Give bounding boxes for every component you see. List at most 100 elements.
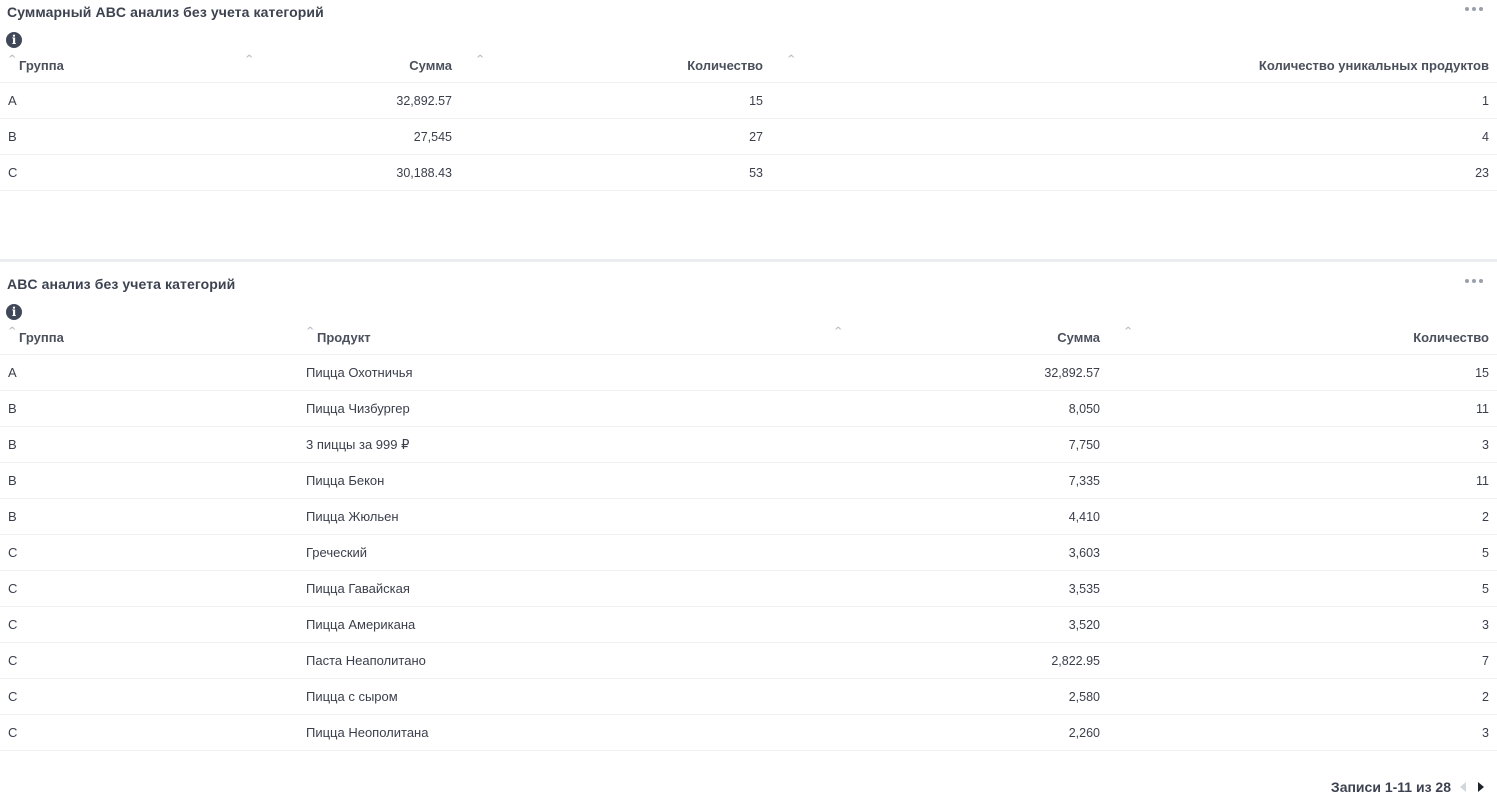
cell-unique: 4 xyxy=(1482,129,1489,144)
cell-count: 2 xyxy=(1482,509,1489,524)
cell-group: C xyxy=(8,617,18,632)
cell-group: C xyxy=(8,725,18,740)
cell-group: A xyxy=(8,365,17,380)
cell-product: Пицца Бекон xyxy=(306,473,385,488)
cell-product: Пицца Чизбургер xyxy=(306,401,410,416)
pagination: Записи 1-11 из 28 xyxy=(1331,779,1487,795)
summary-panel: Суммарный ABC анализ без учета категорий… xyxy=(0,0,1497,259)
cell-sum: 3,535 xyxy=(1068,581,1100,596)
detail-table-header: ^ Группа ^ Продукт ^ Сумма ^ Количество xyxy=(0,320,1497,355)
cell-group: C xyxy=(8,165,18,180)
cell-group: B xyxy=(8,129,17,144)
cell-count: 15 xyxy=(749,93,763,108)
cell-product: Пицца Охотничья xyxy=(306,365,413,380)
cell-group: C xyxy=(8,581,18,596)
cell-unique: 1 xyxy=(1482,93,1489,108)
cell-product: Греческий xyxy=(306,545,368,560)
sort-arrow-icon[interactable]: ^ xyxy=(8,326,16,337)
detail-panel: ABC анализ без учета категорий i ^ Групп… xyxy=(0,262,1497,798)
table-row[interactable]: C Пицца Американа 3,520 3 xyxy=(0,607,1497,643)
cell-sum: 2,260 xyxy=(1068,725,1100,740)
cell-group: C xyxy=(8,653,18,668)
cell-sum: 3,603 xyxy=(1068,545,1100,560)
cell-group: B xyxy=(8,401,17,416)
sort-arrow-icon[interactable]: ^ xyxy=(1124,326,1132,337)
table-row[interactable]: B Пицца Чизбургер 8,050 11 xyxy=(0,391,1497,427)
cell-sum: 7,750 xyxy=(1068,437,1100,452)
summary-table-body: A 32,892.57 15 1 B 27,545 27 4 C 30,188.43 53 23 xyxy=(0,83,1497,191)
cell-count: 3 xyxy=(1482,725,1489,740)
cell-count: 5 xyxy=(1482,545,1489,560)
sort-arrow-icon[interactable]: ^ xyxy=(787,54,795,65)
detail-info-icon[interactable]: i xyxy=(6,304,22,320)
cell-count: 11 xyxy=(1476,473,1489,488)
cell-count: 5 xyxy=(1482,581,1489,596)
cell-product: Пицца Американа xyxy=(306,617,416,632)
summary-table: ^ Группа ^ Сумма ^ Количество ^ Количест… xyxy=(0,48,1497,191)
sort-arrow-icon[interactable]: ^ xyxy=(245,54,253,65)
cell-sum: 3,520 xyxy=(1068,617,1100,632)
sort-arrow-icon[interactable]: ^ xyxy=(306,326,314,337)
sort-arrow-icon[interactable]: ^ xyxy=(834,326,842,337)
cell-product: Пицца Неополитана xyxy=(306,725,429,740)
cell-group: B xyxy=(8,473,17,488)
sort-arrow-icon[interactable]: ^ xyxy=(476,54,484,65)
detail-col-count[interactable]: Количество xyxy=(1413,320,1489,354)
table-row[interactable]: C Греческий 3,603 5 xyxy=(0,535,1497,571)
cell-sum: 32,892.57 xyxy=(1044,365,1100,380)
cell-count: 27 xyxy=(749,129,763,144)
table-row[interactable]: B Пицца Жюльен 4,410 2 xyxy=(0,499,1497,535)
table-row[interactable]: C Пицца Гавайская 3,535 5 xyxy=(0,571,1497,607)
summary-panel-title: Суммарный ABC анализ без учета категорий xyxy=(7,4,324,20)
cell-product: 3 пиццы за 999 ₽ xyxy=(306,436,410,452)
cell-group: B xyxy=(8,509,17,524)
table-row[interactable]: C Паста Неаполитано 2,822.95 7 xyxy=(0,643,1497,679)
sort-arrow-icon[interactable]: ^ xyxy=(8,54,16,65)
summary-more-icon[interactable] xyxy=(1465,4,1485,14)
cell-sum: 2,580 xyxy=(1068,689,1100,704)
summary-col-group[interactable]: Группа xyxy=(19,48,64,82)
table-row[interactable]: B 27,545 27 4 xyxy=(0,119,1497,155)
summary-col-count[interactable]: Количество xyxy=(687,48,763,82)
table-row[interactable]: C Пицца с сыром 2,580 2 xyxy=(0,679,1497,715)
summary-col-sum[interactable]: Сумма xyxy=(409,48,452,82)
table-row[interactable]: B 3 пиццы за 999 ₽ 7,750 3 xyxy=(0,427,1497,463)
cell-unique: 23 xyxy=(1475,165,1489,180)
cell-group: B xyxy=(8,437,17,452)
cell-sum: 30,188.43 xyxy=(396,165,452,180)
cell-product: Пицца Гавайская xyxy=(306,581,410,596)
detail-col-group[interactable]: Группа xyxy=(19,320,64,354)
cell-sum: 32,892.57 xyxy=(396,93,452,108)
summary-col-unique[interactable]: Количество уникальных продуктов xyxy=(1259,48,1489,82)
cell-sum: 8,050 xyxy=(1068,401,1100,416)
table-row[interactable]: B Пицца Бекон 7,335 11 xyxy=(0,463,1497,499)
table-row[interactable]: C 30,188.43 53 23 xyxy=(0,155,1497,191)
cell-sum: 7,335 xyxy=(1068,473,1100,488)
chevron-left-icon[interactable] xyxy=(1457,780,1469,794)
cell-group: C xyxy=(8,689,18,704)
detail-col-sum[interactable]: Сумма xyxy=(1057,320,1100,354)
table-row[interactable]: C Пицца Неополитана 2,260 3 xyxy=(0,715,1497,751)
cell-group: A xyxy=(8,93,17,108)
cell-count: 53 xyxy=(749,165,763,180)
cell-count: 15 xyxy=(1475,365,1489,380)
detail-more-icon[interactable] xyxy=(1465,276,1485,286)
detail-panel-title: ABC анализ без учета категорий xyxy=(7,276,236,292)
cell-count: 3 xyxy=(1482,437,1489,452)
cell-product: Пицца Жюльен xyxy=(306,509,399,524)
cell-count: 3 xyxy=(1482,617,1489,632)
cell-product: Пицца с сыром xyxy=(306,689,398,704)
cell-sum: 2,822.95 xyxy=(1051,653,1100,668)
cell-sum: 4,410 xyxy=(1068,509,1100,524)
detail-table: ^ Группа ^ Продукт ^ Сумма ^ Количество … xyxy=(0,320,1497,751)
cell-count: 11 xyxy=(1476,401,1489,416)
detail-col-product[interactable]: Продукт xyxy=(317,320,371,354)
chevron-right-icon[interactable] xyxy=(1475,780,1487,794)
table-row[interactable]: A Пицца Охотничья 32,892.57 15 xyxy=(0,355,1497,391)
table-row[interactable]: A 32,892.57 15 1 xyxy=(0,83,1497,119)
cell-count: 2 xyxy=(1482,689,1489,704)
summary-table-header: ^ Группа ^ Сумма ^ Количество ^ Количест… xyxy=(0,48,1497,83)
cell-count: 7 xyxy=(1482,653,1489,668)
summary-info-icon[interactable]: i xyxy=(6,32,22,48)
pagination-label: Записи 1-11 из 28 xyxy=(1330,779,1451,795)
